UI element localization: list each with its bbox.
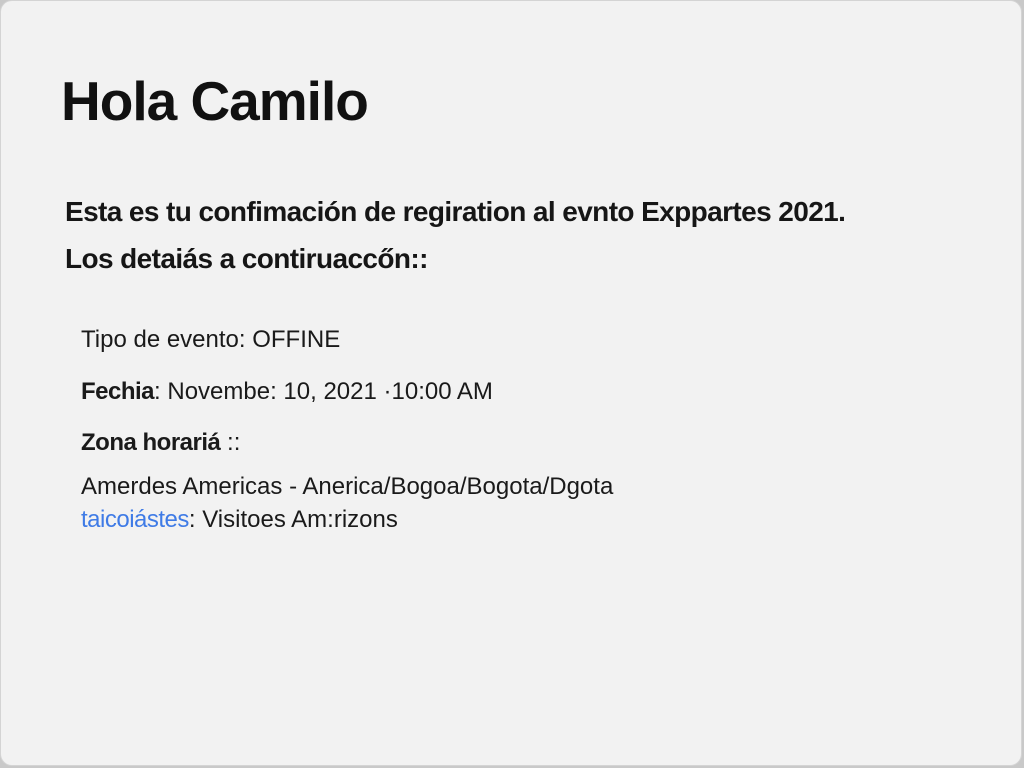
event-type-detail: Tipo de evento: OFFINE [81,326,341,353]
intro-line-details: Los detaiás a contiruaccőn:: [65,243,428,274]
timezone-label-suffix: :: [220,429,241,456]
guests-value: : Visitoes Am:rizons [188,506,398,533]
timezone-value: Amerdes Americas - Anerica/Bogoa/Bogota/… [81,473,614,500]
date-value: : Novembe: 10, 2021 ·10:00 AM [154,378,493,405]
timezone-label: Zona horariá [81,429,221,456]
email-card: Hola Camilo Esta es tu confimación de re… [0,0,1022,766]
event-date-detail: Fechia: Novembe: 10, 2021 ·10:00 AM [81,378,493,406]
guests-link[interactable]: taicoiástes [81,506,189,533]
greeting-heading: Hola Camilo [61,70,369,132]
intro-line-confirmation: Esta es tu confimación de regiration al … [65,196,846,227]
timezone-detail: Zona horariá :: [81,429,240,457]
date-label: Fechia [81,378,155,405]
guests-detail: taicoiástes: Visitoes Am:rizons [81,506,398,534]
